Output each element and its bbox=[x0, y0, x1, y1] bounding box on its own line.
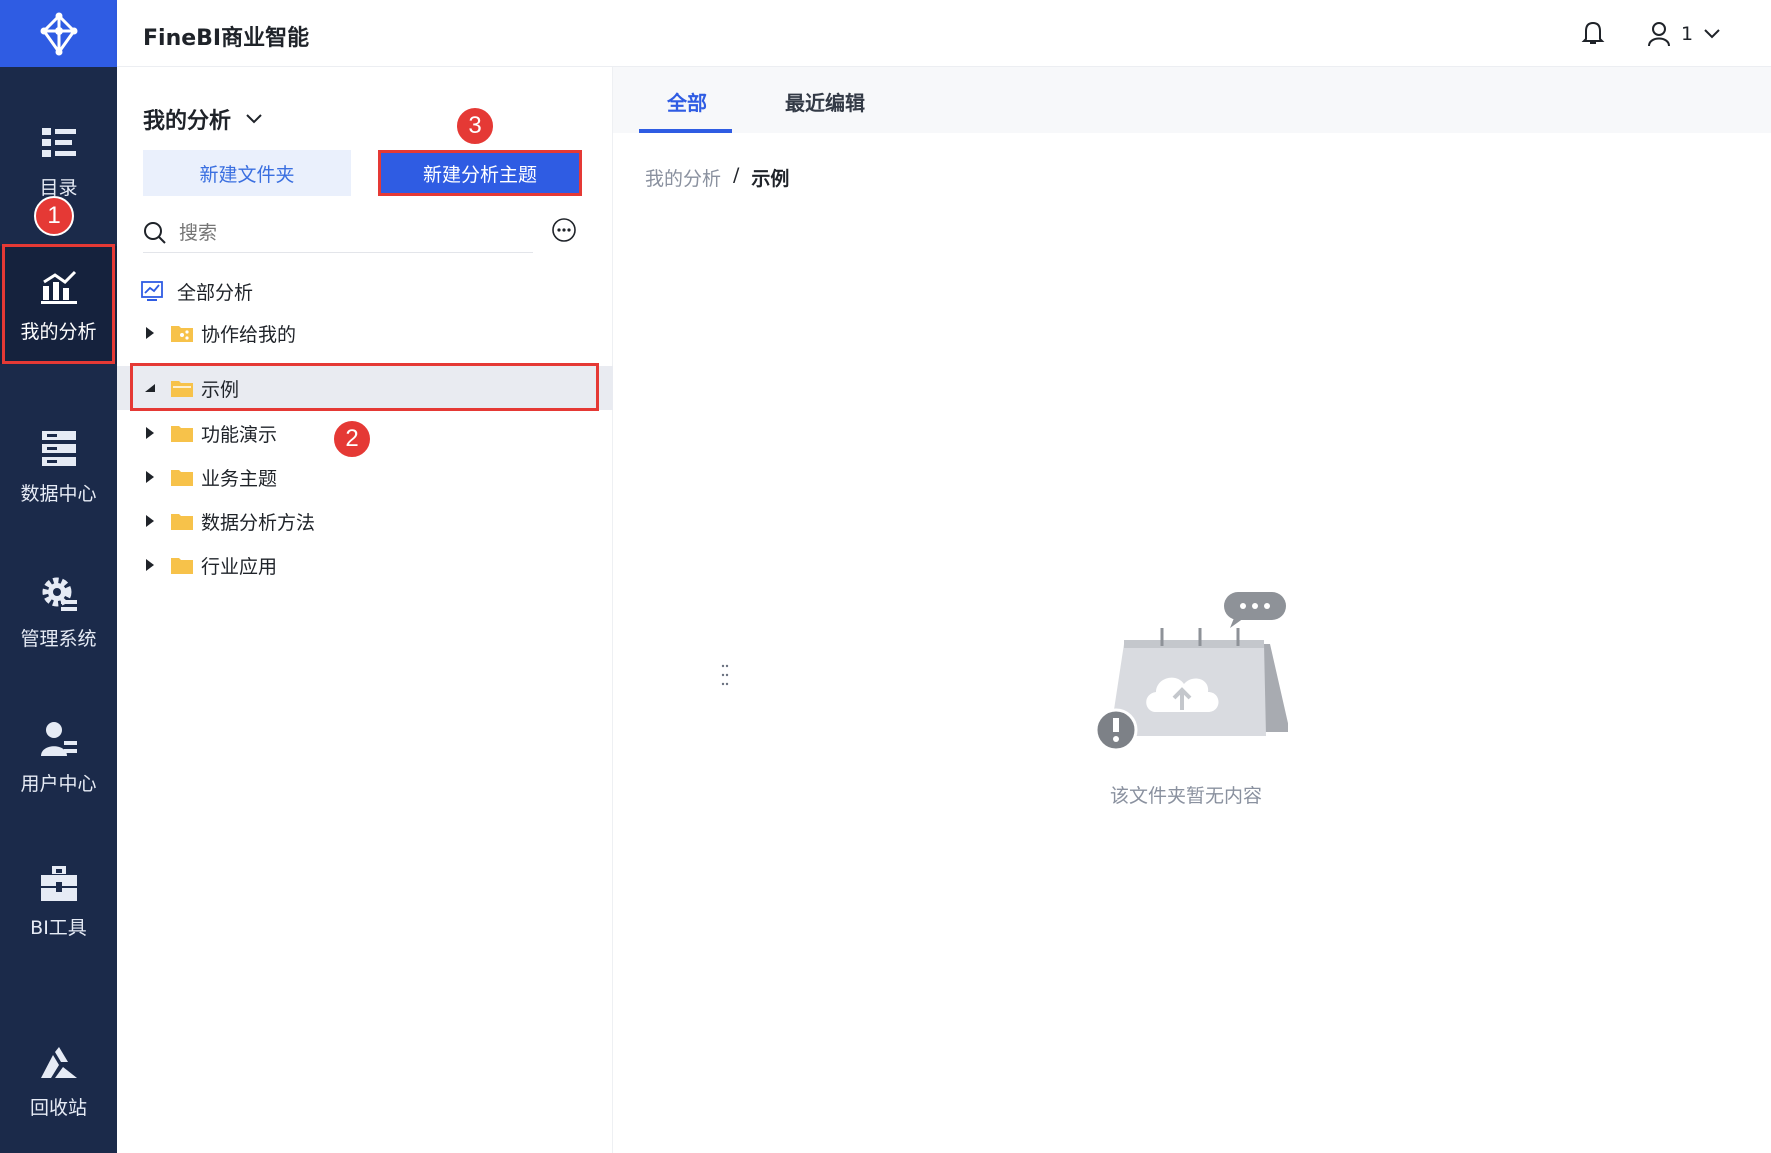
analysis-root-icon bbox=[141, 281, 163, 301]
rail-item-management[interactable]: 管理系统 bbox=[0, 553, 117, 671]
highlight-box-rail bbox=[2, 244, 115, 364]
analysis-panel: 我的分析 新建文件夹 新建分析主题 全部分析 协作给我的 示例 功能演示 业务主… bbox=[117, 67, 729, 1153]
caret-right-icon[interactable] bbox=[143, 326, 157, 340]
tree-item-label: 协作给我的 bbox=[201, 323, 297, 346]
empty-folder-illustration bbox=[1094, 592, 1288, 752]
tree-item-label: 业务主题 bbox=[201, 467, 278, 490]
rail-item-bi-tools[interactable]: BI工具 bbox=[0, 842, 117, 960]
panel-title: 我的分析 bbox=[143, 109, 232, 134]
highlight-box-tree-row bbox=[130, 363, 599, 411]
shared-folder-icon bbox=[171, 326, 193, 342]
breadcrumb-current: 示例 bbox=[751, 168, 790, 190]
tree-item-shared-with-me[interactable]: 协作给我的 bbox=[117, 311, 613, 355]
breadcrumb-separator: / bbox=[733, 164, 740, 186]
tree-root-all-analysis[interactable]: 全部分析 bbox=[117, 269, 613, 313]
folder-icon bbox=[171, 558, 193, 574]
tab-all[interactable]: 全部 bbox=[667, 87, 707, 116]
folder-icon bbox=[171, 514, 193, 530]
left-nav-rail: 目录 我的分析 数据中心 管理系统 用户中心 BI工具 回收站 bbox=[0, 0, 117, 1153]
tree-item-industry-apps[interactable]: 行业应用 bbox=[117, 543, 613, 587]
rail-item-user-center[interactable]: 用户中心 bbox=[0, 698, 117, 816]
user-name: 1 bbox=[1681, 23, 1694, 45]
active-tab-indicator bbox=[639, 129, 732, 133]
data-center-icon bbox=[39, 429, 79, 469]
step-badge-2: 2 bbox=[332, 419, 372, 459]
step-badge-1: 1 bbox=[34, 196, 74, 236]
folder-icon bbox=[171, 426, 193, 442]
caret-right-icon[interactable] bbox=[143, 470, 157, 484]
user-icon bbox=[1648, 22, 1670, 47]
empty-state-message: 该文件夹暂无内容 bbox=[1110, 785, 1263, 807]
rail-item-recycle-bin[interactable]: 回收站 bbox=[0, 1022, 117, 1140]
rail-item-label: 回收站 bbox=[29, 1096, 87, 1119]
rail-item-label: 用户中心 bbox=[20, 772, 97, 795]
rail-item-label: 目录 bbox=[39, 176, 78, 199]
tree-item-label: 行业应用 bbox=[201, 555, 278, 578]
panel-resize-handle[interactable] bbox=[721, 663, 729, 687]
recycle-icon bbox=[39, 1043, 79, 1083]
top-header: FineBI商业智能 1 bbox=[117, 0, 1771, 67]
search-icon bbox=[144, 221, 166, 244]
tree-root-label: 全部分析 bbox=[177, 281, 254, 304]
rail-item-label: 数据中心 bbox=[20, 482, 97, 505]
caret-right-icon[interactable] bbox=[143, 558, 157, 572]
rail-item-data-center[interactable]: 数据中心 bbox=[0, 408, 117, 526]
breadcrumb: 我的分析 / 示例 bbox=[645, 164, 789, 191]
tree-item-analysis-methods[interactable]: 数据分析方法 bbox=[117, 499, 613, 543]
caret-right-icon[interactable] bbox=[143, 426, 157, 440]
tab-recently-edited[interactable]: 最近编辑 bbox=[785, 87, 865, 116]
tree-item-label: 数据分析方法 bbox=[201, 511, 316, 534]
panel-title-dropdown[interactable]: 我的分析 bbox=[143, 103, 263, 135]
search-box bbox=[143, 213, 533, 253]
rail-item-label: BI工具 bbox=[30, 916, 87, 939]
new-analysis-theme-button[interactable]: 新建分析主题 bbox=[378, 150, 582, 196]
user-center-icon bbox=[39, 719, 79, 759]
logo-icon bbox=[40, 12, 77, 55]
notification-bell-icon[interactable] bbox=[1579, 19, 1607, 47]
chevron-down-icon bbox=[1704, 29, 1720, 39]
catalog-icon bbox=[39, 123, 79, 163]
chevron-down-icon bbox=[246, 114, 262, 124]
gear-icon bbox=[39, 574, 79, 614]
tree-item-label: 功能演示 bbox=[201, 423, 278, 446]
folder-icon bbox=[171, 470, 193, 486]
search-input[interactable] bbox=[179, 221, 479, 244]
breadcrumb-parent[interactable]: 我的分析 bbox=[645, 164, 721, 191]
rail-item-label: 管理系统 bbox=[20, 627, 97, 650]
new-folder-button[interactable]: 新建文件夹 bbox=[143, 150, 351, 196]
step-badge-3: 3 bbox=[455, 106, 495, 146]
more-options-icon[interactable] bbox=[551, 217, 577, 243]
app-title: FineBI商业智能 bbox=[143, 26, 310, 51]
toolbox-icon bbox=[39, 863, 79, 903]
content-tabs-bar: 全部 最近编辑 bbox=[613, 67, 1771, 133]
caret-right-icon[interactable] bbox=[143, 514, 157, 528]
finebi-logo[interactable] bbox=[0, 0, 117, 67]
tree-item-business-theme[interactable]: 业务主题 bbox=[117, 455, 613, 499]
user-menu[interactable]: 1 bbox=[1647, 19, 1721, 49]
